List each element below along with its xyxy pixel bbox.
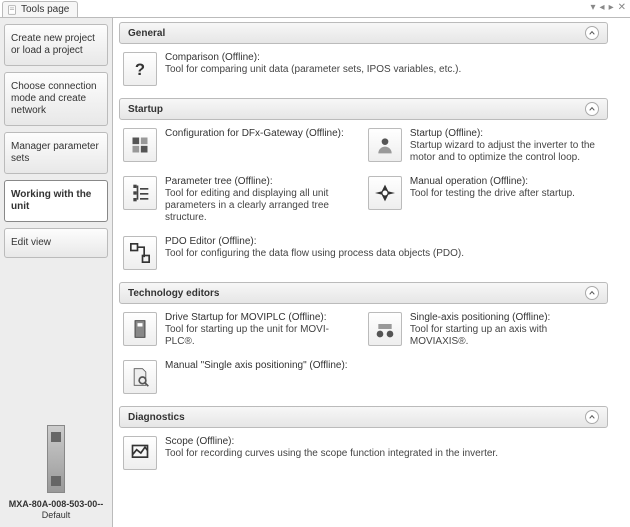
question-icon [123, 52, 157, 86]
sidebar-item[interactable]: Edit view [4, 228, 108, 258]
tool-text: Single-axis positioning (Offline):Tool f… [410, 312, 599, 348]
tool-title: Comparison (Offline): [165, 52, 461, 64]
tool-title: Configuration for DFx-Gateway (Offline): [165, 128, 344, 140]
tool-item[interactable]: Startup (Offline):Startup wizard to adju… [368, 126, 599, 170]
tool-title: Scope (Offline): [165, 436, 498, 448]
manual-icon [368, 176, 402, 210]
tool-item[interactable]: Configuration for DFx-Gateway (Offline): [123, 126, 354, 168]
tool-row: Configuration for DFx-Gateway (Offline):… [123, 126, 604, 170]
sidebar-item[interactable]: Create new project or load a project [4, 24, 108, 66]
tool-desc: Tool for editing and displaying all unit… [165, 188, 354, 224]
tool-text: Parameter tree (Offline):Tool for editin… [165, 176, 354, 224]
tab-close-icon[interactable]: ✕ [618, 2, 626, 13]
doc-icon [123, 360, 157, 394]
device-panel: MXA-80A-008-503-00-- Default [0, 417, 112, 527]
section: General Comparison (Offline):Tool for com… [119, 22, 608, 92]
tool-row: Comparison (Offline):Tool for comparing … [123, 50, 604, 92]
tool-text: Manual "Single axis positioning" (Offlin… [165, 360, 348, 394]
tool-item[interactable]: Scope (Offline):Tool for recording curve… [123, 434, 604, 476]
tool-text: Drive Startup for MOVIPLC (Offline):Tool… [165, 312, 354, 348]
section-body: Scope (Offline):Tool for recording curve… [119, 428, 608, 476]
tool-desc: Tool for recording curves using the scop… [165, 448, 498, 460]
drive-icon [123, 312, 157, 346]
scope-icon [123, 436, 157, 470]
tool-row: Drive Startup for MOVIPLC (Offline):Tool… [123, 310, 604, 354]
tool-text: PDO Editor (Offline):Tool for configurin… [165, 236, 464, 270]
device-subtitle: Default [4, 510, 108, 521]
section-title: Startup [128, 104, 163, 115]
pdo-icon [123, 236, 157, 270]
tool-item[interactable]: Manual operation (Offline):Tool for test… [368, 174, 599, 216]
sidebar-item[interactable]: Working with the unit [4, 180, 108, 222]
tab-bar: Tools page ▾ ◂ ▸ ✕ [0, 0, 630, 18]
tool-item[interactable]: Manual "Single axis positioning" (Offlin… [123, 358, 604, 400]
tool-title: PDO Editor (Offline): [165, 236, 464, 248]
tool-desc: Tool for starting up the unit for MOVI-P… [165, 324, 354, 348]
tab-label: Tools page [21, 4, 69, 15]
tool-title: Parameter tree (Offline): [165, 176, 354, 188]
tool-text: Scope (Offline):Tool for recording curve… [165, 436, 498, 470]
tool-item[interactable]: Parameter tree (Offline):Tool for editin… [123, 174, 354, 230]
startup-icon [368, 128, 402, 162]
collapse-icon[interactable] [585, 102, 599, 116]
tool-text: Comparison (Offline):Tool for comparing … [165, 52, 461, 86]
page-icon [7, 5, 17, 15]
collapse-icon[interactable] [585, 410, 599, 424]
tool-row: Parameter tree (Offline):Tool for editin… [123, 174, 604, 230]
tool-text: Configuration for DFx-Gateway (Offline): [165, 128, 344, 162]
tool-desc: Tool for configuring the data flow using… [165, 248, 464, 260]
tool-title: Single-axis positioning (Offline): [410, 312, 599, 324]
section: Diagnostics Scope (Offline):Tool for reco… [119, 406, 608, 476]
section: Startup Configuration for DFx-Gateway (Of… [119, 98, 608, 276]
tool-item[interactable]: PDO Editor (Offline):Tool for configurin… [123, 234, 604, 276]
tool-title: Drive Startup for MOVIPLC (Offline): [165, 312, 354, 324]
tool-desc: Startup wizard to adjust the inverter to… [410, 140, 599, 164]
section: Technology editors Drive Startup for MOVI… [119, 282, 608, 400]
tool-item[interactable]: Comparison (Offline):Tool for comparing … [123, 50, 604, 92]
config-icon [123, 128, 157, 162]
section-body: Drive Startup for MOVIPLC (Offline):Tool… [119, 304, 608, 400]
tool-title: Manual "Single axis positioning" (Offlin… [165, 360, 348, 372]
tab-next-icon[interactable]: ▸ [609, 2, 614, 13]
axis-icon [368, 312, 402, 346]
tool-item[interactable]: Drive Startup for MOVIPLC (Offline):Tool… [123, 310, 354, 354]
section-header[interactable]: General [119, 22, 608, 44]
section-title: General [128, 28, 165, 39]
section-header[interactable]: Technology editors [119, 282, 608, 304]
tool-row: Manual "Single axis positioning" (Offlin… [123, 358, 604, 400]
tree-icon [123, 176, 157, 210]
tool-title: Manual operation (Offline): [410, 176, 575, 188]
section-header[interactable]: Diagnostics [119, 406, 608, 428]
tool-item[interactable]: Single-axis positioning (Offline):Tool f… [368, 310, 599, 354]
tool-desc: Tool for testing the drive after startup… [410, 188, 575, 200]
tool-text: Startup (Offline):Startup wizard to adju… [410, 128, 599, 164]
section-title: Diagnostics [128, 412, 185, 423]
collapse-icon[interactable] [585, 26, 599, 40]
device-image [47, 425, 65, 493]
section-body: Comparison (Offline):Tool for comparing … [119, 44, 608, 92]
collapse-icon[interactable] [585, 286, 599, 300]
tool-row: Scope (Offline):Tool for recording curve… [123, 434, 604, 476]
tab-prev-icon[interactable]: ◂ [600, 2, 605, 13]
tool-desc: Tool for comparing unit data (parameter … [165, 64, 461, 76]
tool-text: Manual operation (Offline):Tool for test… [410, 176, 575, 210]
tool-row: PDO Editor (Offline):Tool for configurin… [123, 234, 604, 276]
sidebar-item[interactable]: Manager parameter sets [4, 132, 108, 174]
tool-desc: Tool for starting up an axis with MOVIAX… [410, 324, 599, 348]
tab-tools-page[interactable]: Tools page [2, 1, 78, 17]
device-name: MXA-80A-008-503-00-- [4, 499, 108, 510]
section-header[interactable]: Startup [119, 98, 608, 120]
section-body: Configuration for DFx-Gateway (Offline):… [119, 120, 608, 276]
tab-controls: ▾ ◂ ▸ ✕ [591, 2, 626, 13]
tab-pin-icon[interactable]: ▾ [591, 2, 596, 13]
sidebar: Create new project or load a project Choo… [0, 18, 113, 527]
main-panel: General Comparison (Offline):Tool for com… [113, 18, 630, 527]
section-title: Technology editors [128, 288, 220, 299]
sidebar-item[interactable]: Choose connection mode and create networ… [4, 72, 108, 126]
tool-title: Startup (Offline): [410, 128, 599, 140]
